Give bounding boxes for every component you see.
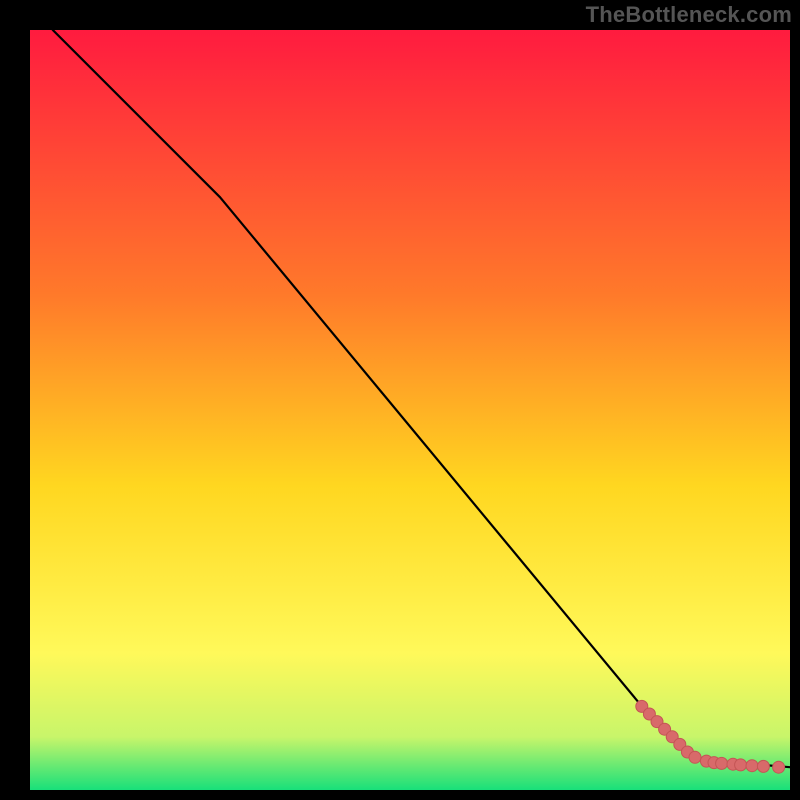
chart-svg — [30, 30, 790, 790]
data-marker — [735, 759, 747, 771]
watermark-text: TheBottleneck.com — [0, 2, 800, 28]
data-marker — [773, 761, 785, 773]
data-marker — [689, 751, 701, 763]
chart-container: TheBottleneck.com — [0, 0, 800, 800]
gradient-background — [30, 30, 790, 790]
data-marker — [746, 760, 758, 772]
data-marker — [716, 757, 728, 769]
data-marker — [757, 760, 769, 772]
plot-area — [30, 30, 790, 790]
